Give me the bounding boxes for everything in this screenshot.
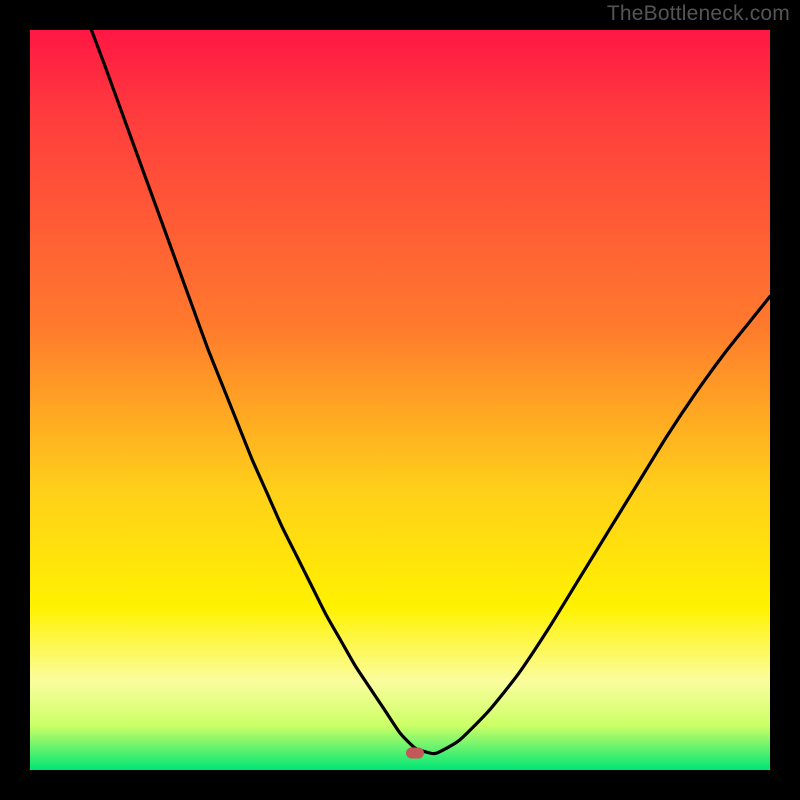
curve-layer [30, 30, 770, 770]
chart-frame: TheBottleneck.com [0, 0, 800, 800]
optimal-point-marker [406, 747, 424, 758]
watermark-text: TheBottleneck.com [607, 2, 790, 26]
bottleneck-curve [91, 30, 770, 754]
plot-area [30, 30, 770, 770]
